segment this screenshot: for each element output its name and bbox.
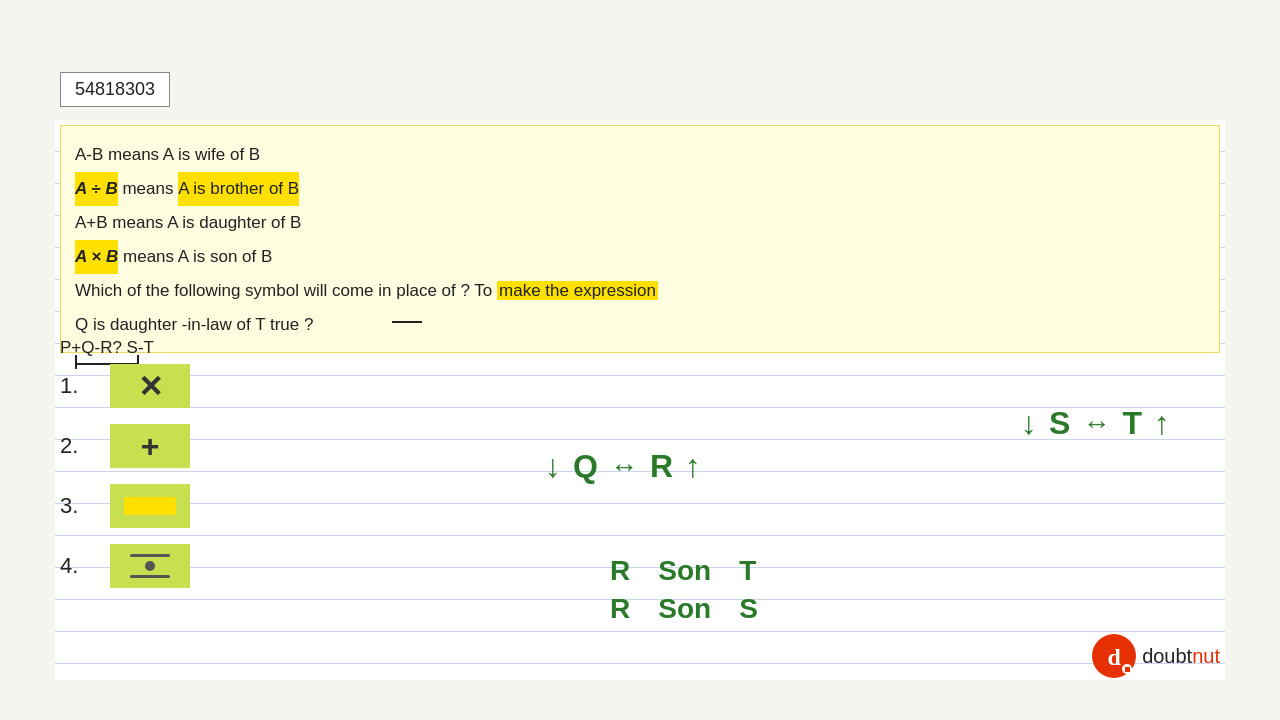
line5-text: Which of the following symbol will come … xyxy=(75,281,497,300)
r-label: R xyxy=(650,448,673,485)
option-3-value xyxy=(124,497,176,515)
option-4-num: 4. xyxy=(60,553,100,579)
horiz-arrows-st: ↔ xyxy=(1082,408,1110,440)
rel1-r: R xyxy=(610,555,630,587)
line4-highlighted: A × B xyxy=(75,240,118,274)
arrow-down-s: ↓ xyxy=(1021,405,1037,442)
diagram-middle: ↓ Q ↔ R ↑ xyxy=(545,448,701,485)
option-row-4: 4. xyxy=(60,540,280,592)
question-line5: Which of the following symbol will come … xyxy=(75,274,1205,308)
option-1-value: ✕ xyxy=(138,369,163,404)
doubtnut-icon: d xyxy=(1092,634,1136,678)
s-label: S xyxy=(1049,405,1070,442)
doubtnut-text: doubtnut xyxy=(1142,645,1220,668)
option-1-symbol[interactable]: ✕ xyxy=(110,364,190,408)
rel1-t: T xyxy=(739,555,756,587)
option-3-num: 3. xyxy=(60,493,100,519)
line2-rest: A is brother of B xyxy=(178,172,299,206)
question-id: 54818303 xyxy=(60,72,170,107)
question-line1: A-B means A is wife of B xyxy=(75,138,1205,172)
line1-text: A-B means A is wife of B xyxy=(75,145,260,164)
arrow-up-t: ↑ xyxy=(1154,405,1170,442)
option-2-num: 2. xyxy=(60,433,100,459)
rel2-r: R xyxy=(610,593,630,625)
question-area: A-B means A is wife of B A ÷ B means A i… xyxy=(60,125,1220,353)
option-4-symbol[interactable] xyxy=(110,544,190,588)
options-area: 1. ✕ 2. + 3. 4. xyxy=(60,360,280,600)
underscore-t xyxy=(392,321,422,323)
line5-highlighted: make the expression xyxy=(497,281,658,300)
option-row-1: 1. ✕ xyxy=(60,360,280,412)
q-label: Q xyxy=(573,448,598,485)
option-2-symbol[interactable]: + xyxy=(110,424,190,468)
rel2-s: S xyxy=(739,593,758,625)
option-row-3: 3. xyxy=(60,480,280,532)
t-label: T xyxy=(1122,405,1142,442)
arrow-down-q: ↓ xyxy=(545,448,561,485)
rel1-son: Son xyxy=(658,555,711,587)
option-1-num: 1. xyxy=(60,373,100,399)
main-container: 54818303 A-B means A is wife of B A ÷ B … xyxy=(0,0,1280,720)
option-row-2: 2. + xyxy=(60,420,280,472)
relation-row-1: R Son T xyxy=(610,555,758,587)
question-line2: A ÷ B means A is brother of B xyxy=(75,172,1205,206)
option-3-symbol[interactable] xyxy=(110,484,190,528)
question-line4: A × B means A is son of B xyxy=(75,240,1205,274)
line6-text: Q is daughter -in-law of T true ? xyxy=(75,315,313,334)
relation-area: R Son T R Son S xyxy=(610,555,758,631)
line2-highlighted: A ÷ B xyxy=(75,172,118,206)
question-line6: Q is daughter -in-law of T true ? xyxy=(75,308,1205,342)
arrow-up-r: ↑ xyxy=(685,448,701,485)
option-2-value: + xyxy=(141,428,160,465)
line2-suffix: means xyxy=(122,179,178,198)
doubtnut-logo: d doubtnut xyxy=(1092,634,1220,678)
rel2-son: Son xyxy=(658,593,711,625)
diagram-top-right: ↓ S ↔ T ↑ xyxy=(1021,405,1170,442)
horiz-arrows-qr: ↔ xyxy=(610,451,638,483)
line4-suffix: means A is son of B xyxy=(123,247,272,266)
question-line3: A+B means A is daughter of B xyxy=(75,206,1205,240)
relation-row-2: R Son S xyxy=(610,593,758,625)
